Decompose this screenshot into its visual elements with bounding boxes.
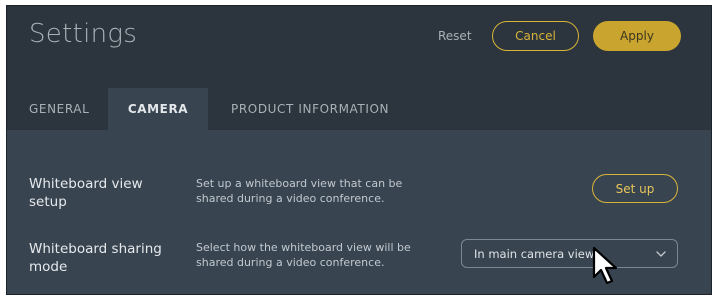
whiteboard-sharing-mode-label: Whiteboard sharing mode — [29, 241, 162, 275]
settings-header: Settings Reset Cancel Apply GENERAL CAME… — [7, 6, 711, 130]
apply-button[interactable]: Apply — [593, 21, 681, 51]
whiteboard-view-setup-label: Whiteboard view setup — [29, 176, 143, 210]
cancel-button[interactable]: Cancel — [492, 21, 579, 51]
whiteboard-sharing-mode-select[interactable]: In main camera view — [461, 239, 678, 268]
tab-general[interactable]: GENERAL — [7, 88, 108, 130]
set-up-button[interactable]: Set up — [592, 174, 678, 203]
tab-camera[interactable]: CAMERA — [108, 88, 208, 130]
reset-button[interactable]: Reset — [438, 29, 472, 43]
select-value: In main camera view — [474, 246, 595, 261]
settings-tabs: GENERAL CAMERA PRODUCT INFORMATION — [7, 88, 389, 130]
whiteboard-sharing-mode-description: Select how the whiteboard view will be s… — [196, 241, 411, 269]
mouse-pointer-icon — [591, 246, 623, 288]
chevron-down-icon — [655, 248, 667, 263]
tab-product-information[interactable]: PRODUCT INFORMATION — [208, 88, 389, 130]
page-title: Settings — [29, 19, 138, 49]
whiteboard-view-setup-description: Set up a whiteboard view that can be sha… — [196, 177, 403, 205]
